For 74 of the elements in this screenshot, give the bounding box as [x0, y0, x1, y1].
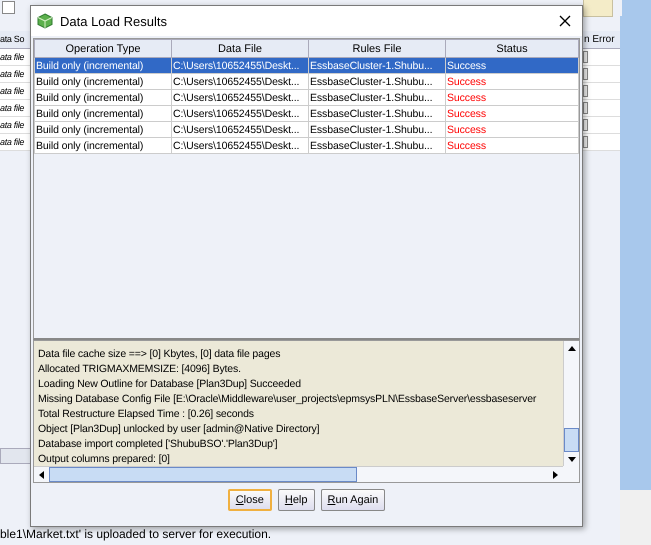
status-cell: Success [446, 122, 578, 138]
status-message: ble1\Market.txt' is uploaded to server for execution. [0, 527, 272, 541]
table-cell: Build only (incremental) [34, 138, 172, 154]
checkbox[interactable] [2, 1, 15, 14]
column-header: ata So [0, 31, 30, 49]
log-line: Total Restructure Elapsed Time : [0.26] seconds [38, 407, 255, 422]
scroll-thumb[interactable] [564, 428, 579, 452]
status-cell: Success [446, 58, 578, 74]
table-cell: Build only (incremental) [34, 122, 172, 138]
checkbox[interactable] [583, 102, 588, 114]
log-line: Database import completed ['ShubuBSO'.'Plan3Dup'] [38, 437, 278, 452]
table-cell: C:\Users\10652455\Deskt... [172, 74, 308, 90]
checkbox[interactable] [583, 85, 588, 97]
table-cell: EssbaseCluster-1.Shubu... [308, 74, 446, 90]
scroll-left-icon[interactable] [39, 470, 44, 478]
column-header: n Error [583, 31, 620, 49]
column-header[interactable]: Rules File [308, 40, 446, 58]
table-cell: EssbaseCluster-1.Shubu... [308, 90, 446, 106]
table-cell: EssbaseCluster-1.Shubu... [308, 138, 446, 154]
dropdown[interactable] [583, 0, 613, 17]
scroll-right-icon[interactable] [553, 470, 558, 478]
table-cell: Build only (incremental) [34, 106, 172, 122]
log-line: Data file cache size ==> [0] Kbytes, [0] data file pages [38, 347, 282, 362]
log-line: Missing Database Config File [E:\Oracle\Middleware\user_projects\epmsysPLN\EssbaseServer\essbaseserver [38, 392, 538, 407]
scroll-up-icon[interactable] [568, 346, 576, 350]
table-cell: ata file [0, 66, 30, 83]
table-cell: Build only (incremental) [34, 74, 172, 90]
checkbox[interactable] [583, 68, 588, 80]
table-cell: ata file [0, 49, 30, 66]
status-cell: Success [446, 138, 578, 154]
vertical-scrollbar[interactable] [563, 341, 579, 466]
table-cell: ata file [0, 83, 30, 100]
dialog-button[interactable]: Close [228, 489, 272, 511]
status-cell: Success [446, 74, 578, 90]
status-cell: Success [446, 106, 578, 122]
close-icon[interactable] [559, 15, 571, 27]
log-line: Output columns prepared: [0] [38, 452, 171, 466]
column-header[interactable]: Data File [172, 40, 308, 58]
table-cell: ata file [0, 117, 30, 134]
table-row[interactable]: Build only (incremental) C:\Users\10652455\Deskt... EssbaseCluster-1.Shubu... Success [34, 74, 578, 90]
table-cell: ata file [0, 134, 30, 151]
column-header[interactable]: Operation Type [34, 40, 172, 58]
column-header[interactable]: Status [446, 40, 578, 58]
table-cell: Build only (incremental) [34, 90, 172, 106]
table-cell: EssbaseCluster-1.Shubu... [308, 122, 446, 138]
table-cell: Build only (incremental) [34, 58, 172, 74]
checkbox[interactable] [583, 136, 588, 148]
log-line: Loading New Outline for Database [Plan3Dup] Succeeded [38, 377, 302, 392]
dialog-button[interactable]: Help [278, 489, 314, 511]
window-title: Data Load Results [60, 14, 168, 28]
table-cell: ata file [0, 100, 30, 117]
table-row[interactable]: Build only (incremental) C:\Users\10652455\Deskt... EssbaseCluster-1.Shubu... Success [34, 106, 578, 122]
scroll-thumb[interactable] [49, 467, 357, 482]
table-row[interactable]: Build only (incremental) C:\Users\10652455\Deskt... EssbaseCluster-1.Shubu... Success [34, 90, 578, 106]
table-cell: C:\Users\10652455\Deskt... [172, 106, 308, 122]
log-line: Allocated TRIGMAXMEMSIZE: [4096] Bytes. [38, 362, 242, 377]
checkbox[interactable] [583, 119, 588, 131]
table-row[interactable]: Build only (incremental) C:\Users\10652455\Deskt... EssbaseCluster-1.Shubu... Success [34, 138, 578, 154]
table-cell: C:\Users\10652455\Deskt... [172, 90, 308, 106]
log-line: Object [Plan3Dup] unlocked by user [admin@Native Directory] [38, 422, 320, 437]
checkbox[interactable] [583, 51, 588, 63]
horizontal-scrollbar[interactable] [34, 466, 563, 482]
table-cell: EssbaseCluster-1.Shubu... [308, 58, 446, 74]
table-cell: C:\Users\10652455\Deskt... [172, 58, 308, 74]
table-cell: C:\Users\10652455\Deskt... [172, 122, 308, 138]
horizontal-scrollbar[interactable] [0, 448, 32, 464]
table-cell: EssbaseCluster-1.Shubu... [308, 106, 446, 122]
table-row[interactable]: Build only (incremental) C:\Users\10652455\Deskt... EssbaseCluster-1.Shubu... Success [34, 122, 578, 138]
scroll-down-icon[interactable] [568, 456, 576, 462]
table-cell: C:\Users\10652455\Deskt... [172, 138, 308, 154]
cube-icon [37, 13, 53, 29]
table-row[interactable]: Build only (incremental) C:\Users\10652455\Deskt... EssbaseCluster-1.Shubu... Success [34, 58, 578, 74]
status-cell: Success [446, 90, 578, 106]
dialog-button[interactable]: Run Again [320, 489, 386, 511]
